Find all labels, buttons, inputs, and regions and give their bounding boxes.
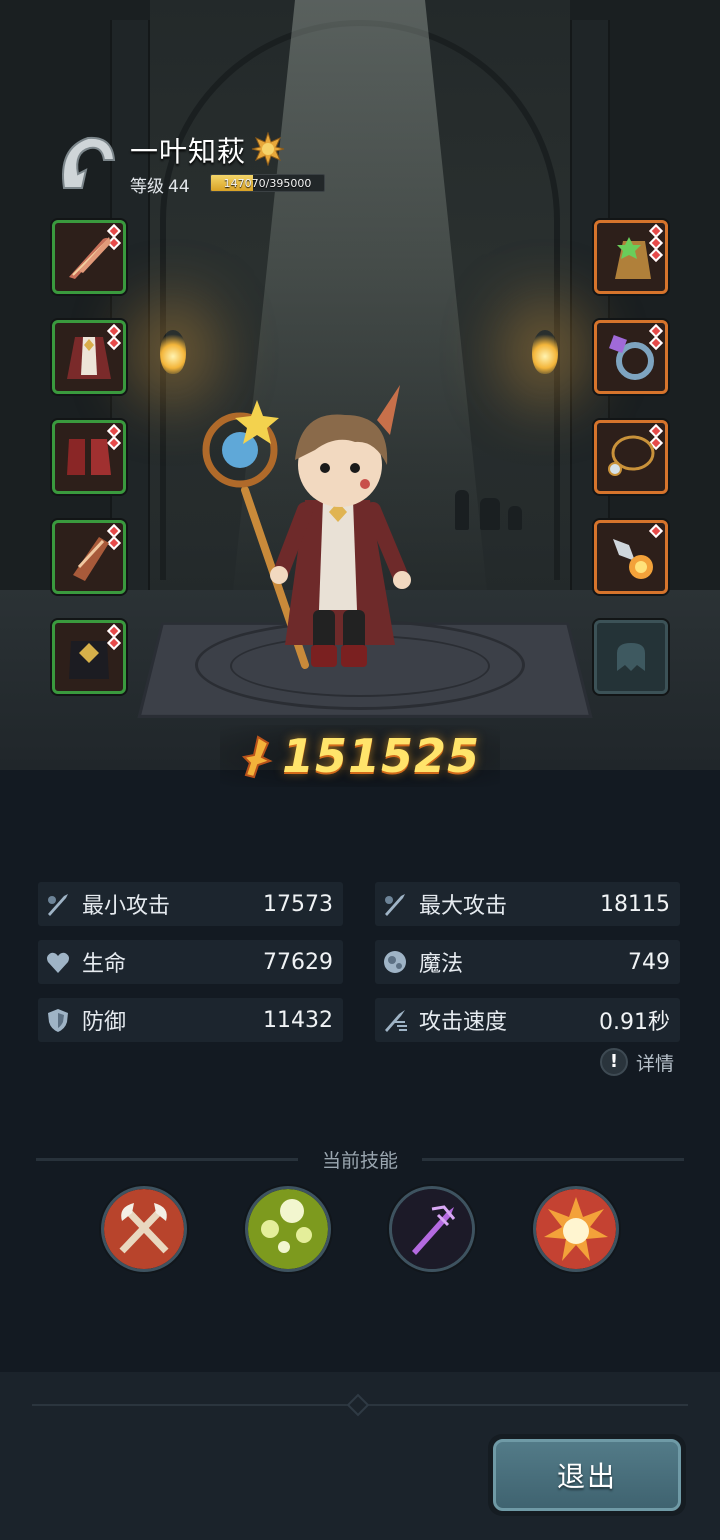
attack-icon	[385, 894, 405, 916]
heart-icon	[47, 952, 69, 973]
equip-slot-boots[interactable]	[52, 420, 126, 494]
stat-label: 攻击速度	[419, 1010, 508, 1035]
skill-4[interactable]	[533, 1186, 619, 1272]
details-label: 详情	[636, 1052, 675, 1075]
locked-slot-icon	[617, 643, 645, 671]
torch-icon	[532, 330, 558, 374]
stat-max-attack: 最大攻击 18115	[375, 882, 680, 926]
candle-shelf	[450, 470, 530, 530]
equip-slot-ring[interactable]	[594, 320, 668, 394]
helmet-icon	[69, 641, 109, 679]
skill-3[interactable]	[389, 1186, 475, 1272]
equip-slot-necklace[interactable]	[594, 420, 668, 494]
bracer-icon	[73, 537, 109, 581]
level-label: 等级 44	[130, 172, 190, 197]
gold-charm-icon	[615, 237, 651, 279]
stat-value: 17573	[263, 891, 333, 917]
shield-icon	[48, 1009, 68, 1032]
equip-slot-helmet[interactable]	[52, 620, 126, 694]
candle-icon	[508, 506, 522, 530]
exit-button[interactable]: 退出	[488, 1434, 686, 1516]
stat-label: 防御	[82, 1010, 127, 1035]
necklace-icon	[608, 435, 655, 476]
stat-defense: 防御 11432	[38, 998, 343, 1042]
avatar[interactable]	[56, 130, 118, 192]
skills-title: 当前技能	[321, 1150, 398, 1172]
green-orbs-icon	[248, 1189, 328, 1269]
equip-slot-armor[interactable]	[52, 320, 126, 394]
level-value: 44	[168, 177, 190, 197]
bottle-icon	[480, 498, 500, 530]
skill-2[interactable]	[245, 1186, 331, 1272]
fire-rocket-icon	[613, 539, 653, 579]
xp-text: 147070/395000	[223, 177, 312, 190]
torch-icon	[160, 330, 186, 374]
footer-bar: 退出	[0, 1372, 720, 1540]
ring-icon	[609, 335, 654, 380]
combat-power-panel: 151525	[219, 725, 501, 787]
stat-label: 最大攻击	[419, 894, 508, 919]
equip-slot-charm[interactable]	[594, 220, 668, 294]
stat-attack-speed: 攻击速度 0.91秒	[375, 998, 680, 1042]
stat-value: 0.91秒	[599, 1010, 670, 1035]
feather-blade-icon	[69, 237, 111, 279]
mana-orb-icon	[384, 951, 406, 973]
equip-slot-trinket[interactable]	[594, 520, 668, 594]
equip-slot-bracer[interactable]	[52, 520, 126, 594]
purple-sword-icon	[392, 1189, 472, 1269]
attack-icon	[48, 894, 68, 916]
stat-value: 18115	[600, 891, 670, 917]
divider-ornament	[346, 1393, 370, 1417]
equip-slot-weapon[interactable]	[52, 220, 126, 294]
stat-label: 魔法	[419, 952, 464, 977]
exclamation-icon: !	[600, 1048, 628, 1076]
details-link[interactable]: ! 详情	[600, 1048, 674, 1076]
combat-power: 151525	[0, 725, 720, 787]
stat-label: 生命	[82, 952, 127, 977]
rank-badge-icon[interactable]	[251, 132, 285, 166]
stat-mana: 魔法 749	[375, 940, 680, 984]
robe-icon	[67, 337, 111, 379]
skill-1[interactable]	[101, 1186, 187, 1272]
boots-icon	[67, 439, 111, 475]
stat-hp: 生命 77629	[38, 940, 343, 984]
combat-power-value: 151525	[281, 729, 481, 783]
stat-value: 749	[628, 949, 670, 975]
equip-slot-locked[interactable]	[594, 620, 668, 694]
candle-icon	[455, 490, 469, 530]
crossed-axes-icon	[104, 1189, 184, 1269]
level-caption: 等级	[130, 177, 164, 197]
stat-value: 77629	[263, 949, 333, 975]
player-name: 一叶知萩	[130, 135, 247, 168]
speed-icon	[385, 1010, 407, 1032]
xp-bar: 147070/395000	[210, 174, 325, 192]
stat-min-attack: 最小攻击 17573	[38, 882, 343, 926]
hero-character	[202, 385, 411, 669]
sword-power-icon	[241, 735, 273, 779]
stat-label: 最小攻击	[82, 894, 171, 919]
exit-label: 退出	[493, 1439, 681, 1511]
stat-value: 11432	[263, 1007, 333, 1033]
explosion-icon	[536, 1189, 616, 1269]
